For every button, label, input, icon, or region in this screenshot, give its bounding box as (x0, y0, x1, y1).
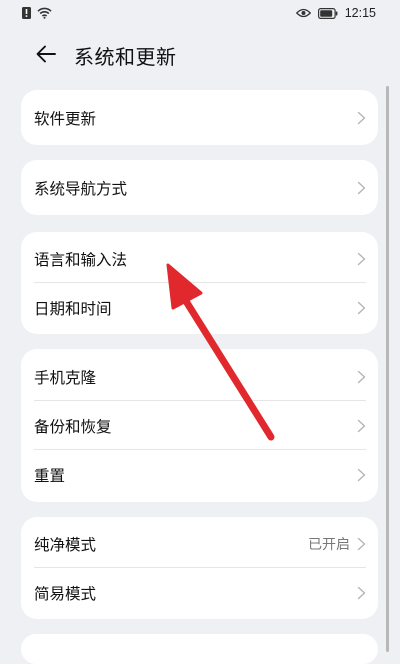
settings-row-pure-mode[interactable]: 纯净模式 已开启 (21, 519, 378, 568)
arrow-left-icon[interactable] (34, 42, 58, 66)
chevron-right-icon (357, 419, 366, 432)
settings-row-phone-clone[interactable]: 手机克隆 (21, 352, 378, 401)
row-label: 语言和输入法 (34, 250, 128, 269)
chevron-right-icon (357, 301, 366, 314)
status-time: 12:15 (344, 6, 376, 20)
eye-icon (295, 8, 311, 18)
page-title: 系统和更新 (74, 45, 177, 69)
chevron-right-icon (357, 586, 366, 599)
settings-card: 纯净模式 已开启 简易模式 (21, 517, 378, 619)
row-label: 纯净模式 (34, 535, 97, 554)
row-label: 系统导航方式 (34, 179, 128, 198)
settings-row-simple-mode[interactable]: 简易模式 (21, 568, 378, 617)
header: 系统和更新 (0, 36, 400, 72)
settings-row-date-time[interactable]: 日期和时间 (21, 283, 378, 332)
chevron-right-icon (357, 537, 366, 550)
settings-card: 系统导航方式 (21, 160, 378, 215)
settings-card: 语言和输入法 日期和时间 (21, 232, 378, 334)
scrollbar[interactable] (386, 86, 389, 652)
row-label: 日期和时间 (34, 299, 112, 318)
battery-icon (317, 7, 338, 19)
settings-row-navigation[interactable]: 系统导航方式 (21, 160, 378, 215)
status-bar: 12:15 (0, 0, 400, 28)
chevron-right-icon (357, 370, 366, 383)
settings-card-partial (21, 634, 378, 664)
status-bar-left (22, 7, 52, 19)
row-status-value: 已开启 (308, 536, 350, 553)
wifi-icon (37, 7, 52, 19)
status-bar-right: 12:15 (295, 6, 376, 20)
settings-row-software-update[interactable]: 软件更新 (21, 90, 378, 145)
notification-icon (22, 7, 31, 19)
settings-row-reset[interactable]: 重置 (21, 450, 378, 499)
settings-row-backup-restore[interactable]: 备份和恢复 (21, 401, 378, 450)
settings-card: 软件更新 (21, 90, 378, 145)
chevron-right-icon (357, 181, 366, 194)
settings-card: 手机克隆 备份和恢复 重置 (21, 349, 378, 502)
row-label: 软件更新 (34, 109, 97, 128)
row-label: 备份和恢复 (34, 417, 112, 436)
chevron-right-icon (357, 468, 366, 481)
chevron-right-icon (357, 252, 366, 265)
row-label: 手机克隆 (34, 368, 97, 387)
row-label: 简易模式 (34, 584, 97, 603)
settings-row-language-input[interactable]: 语言和输入法 (21, 234, 378, 283)
chevron-right-icon (357, 111, 366, 124)
row-label: 重置 (34, 466, 66, 485)
